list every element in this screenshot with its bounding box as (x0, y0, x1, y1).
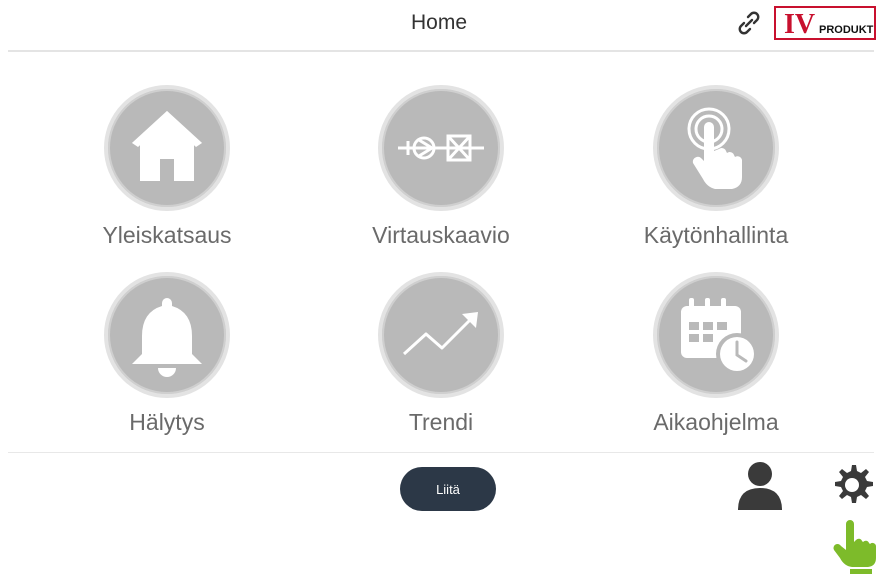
tile-label: Hälytys (129, 409, 205, 435)
tile-label: Trendi (408, 409, 474, 435)
trend-arrow-icon (378, 272, 504, 398)
tile-virtauskaavio[interactable]: Virtauskaavio (341, 85, 541, 265)
link-icon[interactable] (734, 8, 764, 38)
svg-text:IV: IV (784, 9, 815, 40)
user-icon[interactable] (736, 460, 784, 512)
connect-button[interactable]: Liitä (400, 467, 496, 511)
pointer-hand-icon (833, 520, 876, 574)
tile-halytys[interactable]: Hälytys (67, 272, 267, 452)
tile-aikaohjelma[interactable]: Aikaohjelma (616, 272, 816, 452)
header-bar: Home IV PRODUKT (0, 0, 878, 50)
tile-kaytonhallinta[interactable]: Käytönhallinta (616, 85, 816, 265)
svg-text:PRODUKT: PRODUKT (819, 24, 874, 36)
calendar-clock-icon (653, 272, 779, 398)
bell-icon (104, 272, 230, 398)
tile-label: Käytönhallinta (643, 222, 789, 248)
tile-label: Aikaohjelma (653, 409, 779, 435)
tile-label: Virtauskaavio (372, 222, 510, 248)
header-divider (8, 50, 874, 52)
home-icon (104, 85, 230, 211)
footer-divider (8, 452, 874, 453)
tile-yleiskatsaus[interactable]: Yleiskatsaus (67, 85, 267, 265)
tile-label: Yleiskatsaus (102, 222, 232, 248)
touch-hand-icon (653, 85, 779, 211)
gear-icon[interactable] (828, 461, 876, 509)
flow-diagram-icon (378, 85, 504, 211)
iv-produkt-logo: IV PRODUKT (774, 6, 876, 40)
tile-trendi[interactable]: Trendi (341, 272, 541, 452)
